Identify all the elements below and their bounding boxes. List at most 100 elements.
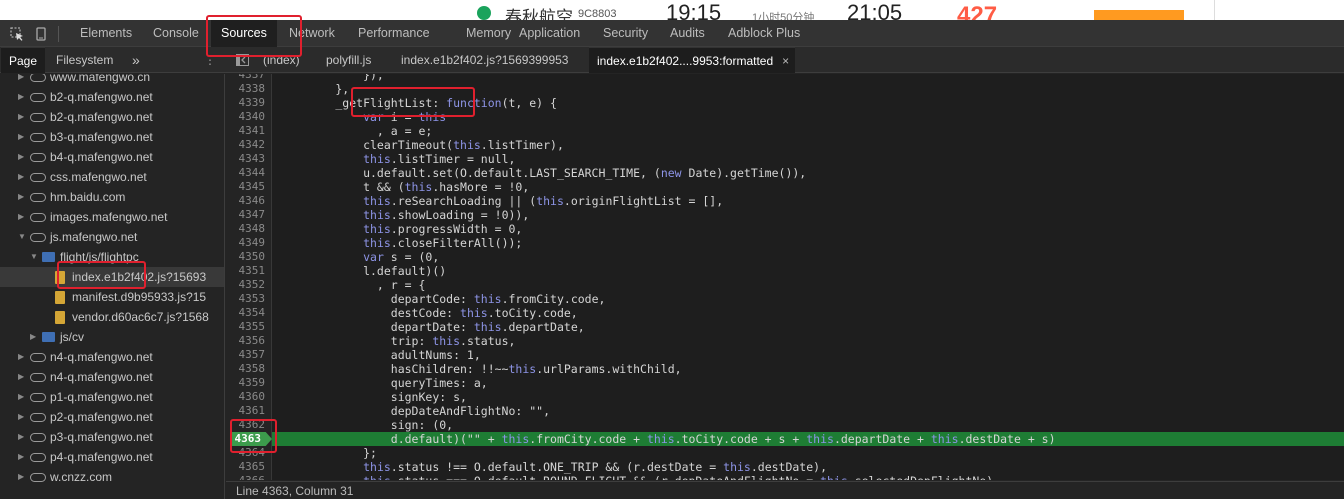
code-line: departCode: this.fromCity.code, xyxy=(280,292,606,306)
line-number[interactable]: 4353 xyxy=(239,292,266,305)
line-number[interactable]: 4352 xyxy=(239,278,266,291)
tree-item[interactable]: ▶ p2-q.mafengwo.net xyxy=(0,407,224,427)
collapsed-arrow-icon[interactable]: ▶ xyxy=(18,107,24,127)
line-number[interactable]: 4348 xyxy=(239,222,266,235)
tree-item[interactable]: ▶ n4-q.mafengwo.net xyxy=(0,347,224,367)
tab-console[interactable]: Console xyxy=(153,20,199,47)
tree-item-label: b3-q.mafengwo.net xyxy=(50,130,153,144)
line-number[interactable]: 4351 xyxy=(239,264,266,277)
collapsed-arrow-icon[interactable]: ▶ xyxy=(18,187,24,207)
tab-audits[interactable]: Audits xyxy=(670,20,705,47)
code-line: }, xyxy=(280,82,350,96)
code-line: d.default)("" + this.fromCity.code + thi… xyxy=(280,432,1056,446)
close-icon[interactable]: × xyxy=(782,48,789,74)
line-number[interactable]: 4358 xyxy=(239,362,266,375)
tree-item[interactable]: ▶ www.mafengwo.cn xyxy=(0,74,224,87)
tree-item[interactable]: ▶ p3-q.mafengwo.net xyxy=(0,427,224,447)
collapsed-arrow-icon[interactable]: ▶ xyxy=(18,367,24,387)
code-editor[interactable]: 4337 4338 4339 4340 4341 4342 4343 4344 4345 4346… xyxy=(226,74,1344,480)
line-number[interactable]: 4341 xyxy=(239,124,266,137)
line-number[interactable]: 4361 xyxy=(239,404,266,417)
tree-item[interactable]: ▼ js.mafengwo.net xyxy=(0,227,224,247)
tree-item[interactable]: ▶ n4-q.mafengwo.net xyxy=(0,367,224,387)
file-tab-polyfill[interactable]: polyfill.js xyxy=(326,47,371,73)
line-number[interactable]: 4349 xyxy=(239,236,266,249)
tab-security[interactable]: Security xyxy=(603,20,648,47)
line-number[interactable]: 4340 xyxy=(239,110,266,123)
line-number[interactable]: 4356 xyxy=(239,334,266,347)
tree-item[interactable]: ▶ p1-q.mafengwo.net xyxy=(0,387,224,407)
cloud-icon xyxy=(30,413,46,422)
tree-item[interactable]: ▶ css.mafengwo.net xyxy=(0,167,224,187)
tree-item[interactable]: manifest.d9b95933.js?15 xyxy=(0,287,224,307)
collapsed-arrow-icon[interactable]: ▶ xyxy=(18,74,24,87)
line-number[interactable]: 4347 xyxy=(239,208,266,221)
line-number[interactable]: 4344 xyxy=(239,166,266,179)
line-number[interactable]: 4345 xyxy=(239,180,266,193)
line-number[interactable]: 4346 xyxy=(239,194,266,207)
line-number[interactable]: 4337 xyxy=(239,74,266,81)
tree-item[interactable]: ▶ b4-q.mafengwo.net xyxy=(0,147,224,167)
line-number[interactable]: 4359 xyxy=(239,376,266,389)
code-line: , r = { xyxy=(280,278,426,292)
file-tab-index-formatted[interactable]: index.e1b2f402....9953:formatted × xyxy=(589,47,796,74)
file-icon xyxy=(55,311,65,324)
book-button[interactable] xyxy=(1094,10,1184,20)
collapsed-arrow-icon[interactable]: ▶ xyxy=(18,407,24,427)
folder-icon xyxy=(42,252,55,262)
line-number[interactable]: 4357 xyxy=(239,348,266,361)
tree-item[interactable]: ▶ images.mafengwo.net xyxy=(0,207,224,227)
tree-item[interactable]: ▶ b2-q.mafengwo.net xyxy=(0,87,224,107)
line-number[interactable]: 4354 xyxy=(239,306,266,319)
line-number[interactable]: 4366 xyxy=(239,474,266,480)
device-toolbar-icon[interactable] xyxy=(34,27,48,41)
tab-elements[interactable]: Elements xyxy=(80,20,132,47)
annotation-breakpoint-line xyxy=(230,419,277,453)
code-line: queryTimes: a, xyxy=(280,376,488,390)
file-tab-index-js[interactable]: index.e1b2f402.js?1569399953 xyxy=(401,47,568,73)
annotation-getflightlist xyxy=(351,87,475,117)
collapsed-arrow-icon[interactable]: ▶ xyxy=(18,167,24,187)
line-number[interactable]: 4339 xyxy=(239,96,266,109)
line-number[interactable]: 4355 xyxy=(239,320,266,333)
tree-item[interactable]: ▶ hm.baidu.com xyxy=(0,187,224,207)
collapsed-arrow-icon[interactable]: ▶ xyxy=(18,127,24,147)
line-number[interactable]: 4365 xyxy=(239,460,266,473)
tab-page[interactable]: Page xyxy=(1,47,46,73)
code-line: this.showLoading = !0)), xyxy=(363,208,530,222)
cloud-icon xyxy=(30,74,46,82)
line-number[interactable]: 4350 xyxy=(239,250,266,263)
tree-item-label: hm.baidu.com xyxy=(50,190,126,204)
tab-application[interactable]: Application xyxy=(519,20,580,47)
tree-item[interactable]: ▶ w.cnzz.com xyxy=(0,467,224,487)
collapsed-arrow-icon[interactable]: ▶ xyxy=(18,387,24,407)
tree-item[interactable]: ▶ p4-q.mafengwo.net xyxy=(0,447,224,467)
inspect-element-icon[interactable] xyxy=(10,27,24,41)
collapsed-arrow-icon[interactable]: ▶ xyxy=(18,347,24,367)
collapsed-arrow-icon[interactable]: ▶ xyxy=(18,147,24,167)
collapsed-arrow-icon[interactable]: ▶ xyxy=(18,207,24,227)
tree-item[interactable]: ▶ b2-q.mafengwo.net xyxy=(0,107,224,127)
sources-subtabbar: Page Filesystem » ⋮ (index) polyfill.js … xyxy=(0,47,1344,73)
annotation-sources-tab xyxy=(206,15,302,57)
expanded-arrow-icon[interactable]: ▼ xyxy=(18,227,26,247)
collapsed-arrow-icon[interactable]: ▶ xyxy=(18,447,24,467)
tab-memory[interactable]: Memory xyxy=(466,20,511,47)
collapsed-arrow-icon[interactable]: ▶ xyxy=(18,467,24,487)
expanded-arrow-icon[interactable]: ▼ xyxy=(30,247,38,267)
tree-item[interactable]: ▶ b3-q.mafengwo.net xyxy=(0,127,224,147)
collapsed-arrow-icon[interactable]: ▶ xyxy=(18,427,24,447)
tab-adblock-plus[interactable]: Adblock Plus xyxy=(728,20,800,47)
webpage-background: 春秋航空 9C8803 19:15 1小时50分钟 21:05 427 xyxy=(0,0,1344,20)
tree-item[interactable]: vendor.d60ac6c7.js?1568 xyxy=(0,307,224,327)
more-tabs-button[interactable]: » xyxy=(132,47,140,73)
collapsed-arrow-icon[interactable]: ▶ xyxy=(18,87,24,107)
line-number[interactable]: 4338 xyxy=(239,82,266,95)
line-number[interactable]: 4342 xyxy=(239,138,266,151)
line-number[interactable]: 4343 xyxy=(239,152,266,165)
collapsed-arrow-icon[interactable]: ▶ xyxy=(30,327,36,347)
line-number[interactable]: 4360 xyxy=(239,390,266,403)
tab-filesystem[interactable]: Filesystem xyxy=(56,47,113,73)
tree-item[interactable]: ▶ js/cv xyxy=(0,327,224,347)
tab-performance[interactable]: Performance xyxy=(358,20,430,47)
